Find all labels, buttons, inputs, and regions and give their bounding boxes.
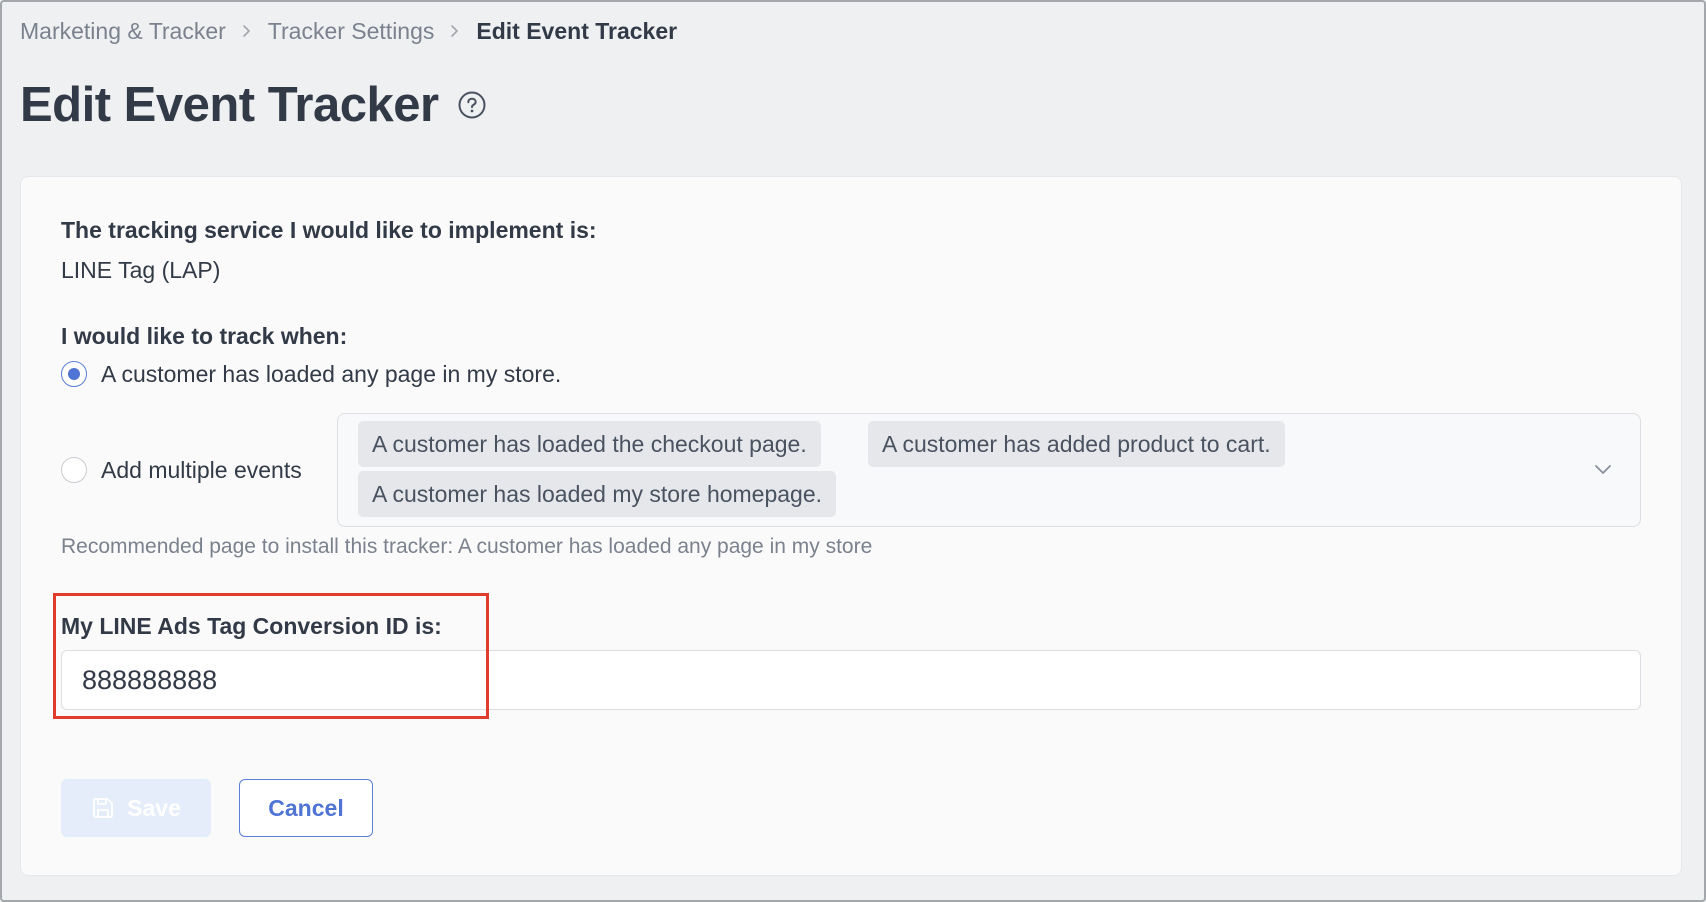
- save-button-label: Save: [127, 794, 181, 821]
- tracker-form-card: The tracking service I would like to imp…: [20, 176, 1682, 876]
- radio-option-any-page[interactable]: A customer has loaded any page in my sto…: [61, 359, 561, 389]
- event-tag-checkout: A customer has loaded the checkout page.: [358, 421, 821, 467]
- radio-label-any-page: A customer has loaded any page in my sto…: [101, 360, 562, 387]
- page-header: Edit Event Tracker: [20, 72, 487, 138]
- radio-dot: [68, 368, 80, 380]
- conversion-id-input[interactable]: [61, 650, 1641, 710]
- chevron-right-icon: [450, 24, 460, 38]
- breadcrumb-marketing-tracker[interactable]: Marketing & Tracker: [20, 18, 226, 45]
- save-button[interactable]: Save: [61, 779, 211, 837]
- event-tag-homepage: A customer has loaded my store homepage.: [358, 471, 837, 517]
- radio-checked[interactable]: [61, 361, 87, 387]
- recommended-page-hint: Recommended page to install this tracker…: [61, 535, 873, 558]
- track-when-label: I would like to track when:: [61, 323, 348, 349]
- radio-label-multiple-events: Add multiple events: [101, 456, 302, 483]
- multiple-events-select[interactable]: A customer has loaded the checkout page.…: [337, 413, 1641, 527]
- chevron-right-icon: [242, 24, 252, 38]
- event-tag-add-to-cart: A customer has added product to cart.: [868, 421, 1285, 467]
- breadcrumb-tracker-settings[interactable]: Tracker Settings: [268, 18, 435, 45]
- chevron-down-icon[interactable]: [1592, 458, 1614, 480]
- floppy-disk-icon: [91, 796, 115, 820]
- breadcrumb-current-page: Edit Event Tracker: [476, 17, 678, 44]
- service-value: LINE Tag (LAP): [61, 257, 221, 283]
- cancel-button[interactable]: Cancel: [239, 779, 373, 837]
- radio-unchecked[interactable]: [61, 457, 87, 483]
- radio-option-multiple-events[interactable]: Add multiple events: [61, 455, 302, 485]
- service-label: The tracking service I would like to imp…: [61, 217, 597, 243]
- page-title: Edit Event Tracker: [20, 78, 439, 132]
- question-circle-icon[interactable]: [457, 90, 487, 120]
- breadcrumb: Marketing & Tracker Tracker Settings Edi…: [20, 16, 677, 46]
- conversion-id-label: My LINE Ads Tag Conversion ID is:: [61, 613, 442, 639]
